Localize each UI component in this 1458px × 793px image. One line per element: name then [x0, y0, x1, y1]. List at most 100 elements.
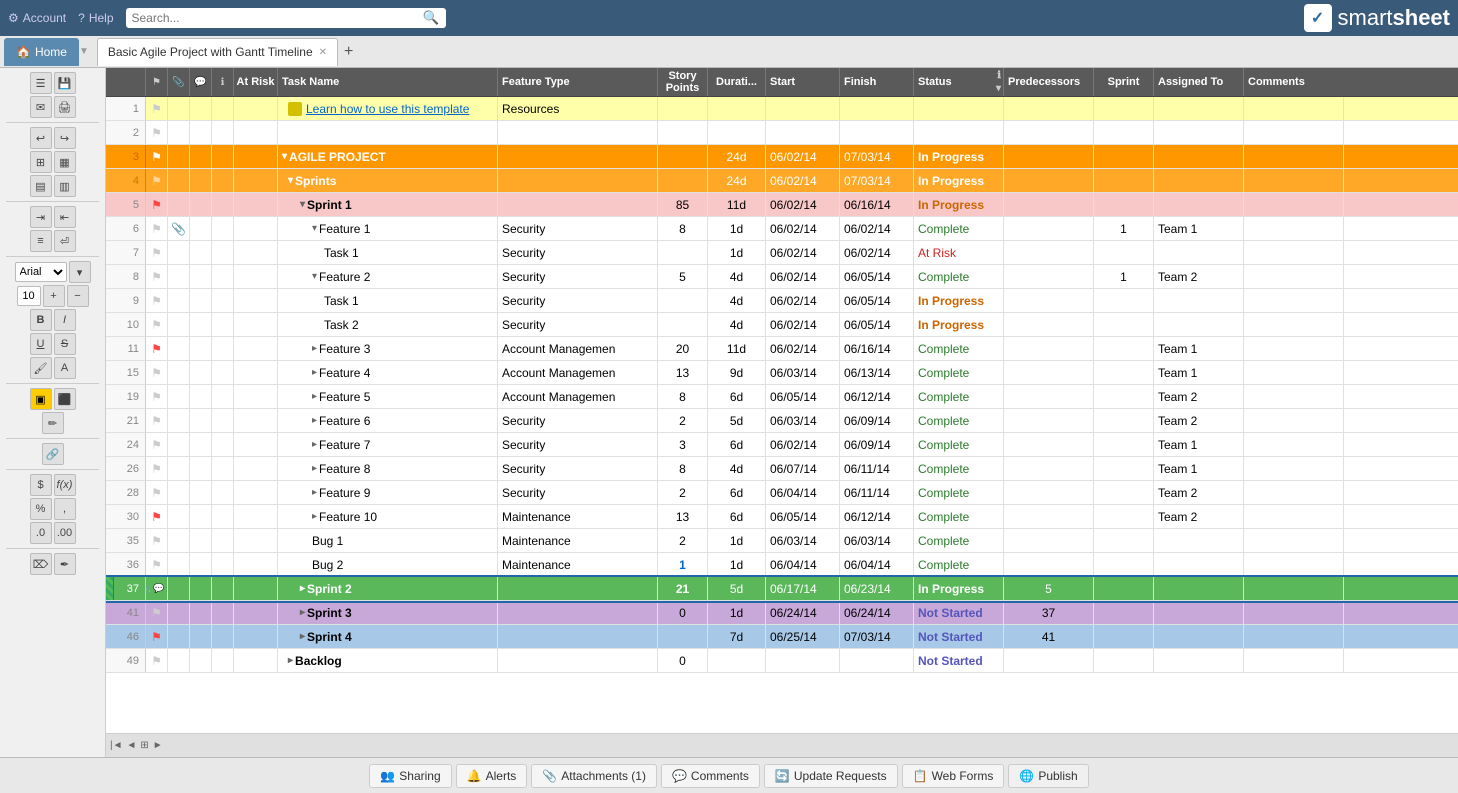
expand-icon[interactable]: ▸: [312, 367, 317, 378]
flag-cell[interactable]: ⚑: [146, 529, 168, 552]
expand-icon[interactable]: ▸: [312, 439, 317, 450]
font-size-down[interactable]: −: [67, 285, 89, 307]
wrap-button[interactable]: ⏎: [54, 230, 76, 252]
pencil-button[interactable]: ✏: [42, 412, 64, 434]
outdent-button[interactable]: ⇤: [54, 206, 76, 228]
nav-next-icon[interactable]: ►: [153, 740, 163, 751]
table-row[interactable]: 21 ⚑ ▸ Feature 6 Security 2 5d 06/03/14 …: [106, 409, 1458, 433]
flag-cell[interactable]: ⚑: [146, 313, 168, 336]
search-input[interactable]: [132, 11, 423, 25]
flag-cell[interactable]: ⚑: [146, 289, 168, 312]
expand-icon[interactable]: ▸: [312, 415, 317, 426]
decimal-remove-button[interactable]: .00: [54, 522, 76, 544]
font-select[interactable]: Arial: [15, 262, 67, 282]
font-size-input[interactable]: [17, 286, 41, 306]
tab-sheet[interactable]: Basic Agile Project with Gantt Timeline …: [97, 38, 338, 66]
table-row[interactable]: 41 ⚑ ▸ Sprint 3 0 1d 06/24/14 06/24/14: [106, 601, 1458, 625]
expand-icon[interactable]: ▸: [312, 391, 317, 402]
table-row[interactable]: 30 ⚑ ▸ Feature 10 Maintenance 13 6d 06/0…: [106, 505, 1458, 529]
flag-cell[interactable]: ⚑: [146, 265, 168, 288]
decimal-add-button[interactable]: .0: [30, 522, 52, 544]
italic-button[interactable]: I: [54, 309, 76, 331]
expand-icon[interactable]: ▸: [300, 631, 305, 642]
add-tab-button[interactable]: +: [338, 43, 359, 61]
new-row-button[interactable]: ☰: [30, 72, 52, 94]
link-button[interactable]: 🔗: [42, 443, 64, 465]
comma-button[interactable]: ,: [54, 498, 76, 520]
font-dropdown-button[interactable]: ▾: [69, 261, 91, 283]
flag-cell[interactable]: ⚑: [146, 145, 168, 168]
expand-icon[interactable]: ▸: [312, 511, 317, 522]
undo-button[interactable]: ↩: [30, 127, 52, 149]
expand-icon[interactable]: ▾: [312, 223, 317, 234]
flag-cell[interactable]: ⚑: [146, 217, 168, 240]
indent-button[interactable]: ⇥: [30, 206, 52, 228]
table-row[interactable]: 5 ⚑ ▾ Sprint 1 85 11d 06/02/14 06/16/14: [106, 193, 1458, 217]
text-color-button[interactable]: A: [54, 357, 76, 379]
table-row[interactable]: 3 ⚑ ▾ AGILE PROJECT 24d 06/02/14 07/03/1…: [106, 145, 1458, 169]
redo-button[interactable]: ↪: [54, 127, 76, 149]
flag-cell[interactable]: ⚑: [146, 601, 168, 624]
flag-cell[interactable]: ⚑: [146, 241, 168, 264]
table-row[interactable]: 28 ⚑ ▸ Feature 9 Security 2 6d 06/04/14 …: [106, 481, 1458, 505]
format-brush-button[interactable]: ✒: [54, 553, 76, 575]
save-button[interactable]: 💾: [54, 72, 76, 94]
table-row[interactable]: 2 ⚑: [106, 121, 1458, 145]
table-row[interactable]: 10 ⚑ Task 2 Security 4d 06/02/14 06/05/1…: [106, 313, 1458, 337]
update-requests-button[interactable]: 🔄 Update Requests: [764, 764, 898, 788]
table-row[interactable]: 4 ⚑ ▾ Sprints 24d 06/02/14 07/03/14 In: [106, 169, 1458, 193]
bold-button[interactable]: B: [30, 309, 52, 331]
currency-button[interactable]: $: [30, 474, 52, 496]
expand-icon[interactable]: ▾: [288, 175, 293, 186]
flag-cell[interactable]: ⚑: [146, 625, 168, 648]
flag-cell[interactable]: ⚑: [146, 505, 168, 528]
nav-fit-icon[interactable]: ⊞: [140, 740, 148, 751]
font-size-up[interactable]: +: [43, 285, 65, 307]
fill-color-button[interactable]: ▣: [30, 388, 52, 410]
flag-cell[interactable]: ⚑: [146, 97, 168, 120]
task-name-cell[interactable]: Learn how to use this template: [278, 97, 498, 120]
email-button[interactable]: ✉: [30, 96, 52, 118]
search-bar[interactable]: 🔍: [126, 8, 446, 28]
table-row[interactable]: 49 ⚑ ▸ Backlog 0 Not Started: [106, 649, 1458, 673]
search-button[interactable]: 🔍: [423, 10, 440, 26]
flag-cell[interactable]: ⚑: [146, 121, 168, 144]
card-view-button[interactable]: ▤: [30, 175, 52, 197]
expand-icon[interactable]: ▸: [312, 463, 317, 474]
flag-cell[interactable]: ⚑: [146, 337, 168, 360]
gantt-view-button[interactable]: ▦: [54, 151, 76, 173]
publish-button[interactable]: 🌐 Publish: [1008, 764, 1088, 788]
expand-icon[interactable]: ▸: [312, 487, 317, 498]
table-row[interactable]: 26 ⚑ ▸ Feature 8 Security 8 4d 06/07/14 …: [106, 457, 1458, 481]
flag-cell[interactable]: ⚑: [146, 553, 168, 576]
help-menu[interactable]: ? Help: [78, 11, 113, 25]
template-link[interactable]: Learn how to use this template: [306, 102, 469, 116]
grid-view-button[interactable]: ⊞: [30, 151, 52, 173]
table-row[interactable]: 19 ⚑ ▸ Feature 5 Account Managemen 8 6d …: [106, 385, 1458, 409]
flag-cell[interactable]: ⚑: [146, 193, 168, 216]
expand-icon[interactable]: ▸: [312, 343, 317, 354]
highlight-button[interactable]: 🖌: [30, 357, 52, 379]
tab-dropdown-arrow[interactable]: ▼: [79, 46, 89, 57]
flag-cell[interactable]: ⚑: [146, 385, 168, 408]
expand-icon[interactable]: ▾: [300, 199, 305, 210]
eraser-button[interactable]: ⌦: [30, 553, 52, 575]
percent-button[interactable]: %: [30, 498, 52, 520]
table-row[interactable]: 46 ⚑ ▸ Sprint 4 7d 06/25/14 07/03/14 N: [106, 625, 1458, 649]
status-dropdown-icon[interactable]: ▾: [996, 83, 1001, 94]
table-row[interactable]: 11 ⚑ ▸ Feature 3 Account Managemen 20 11…: [106, 337, 1458, 361]
flag-cell[interactable]: ⚑: [146, 481, 168, 504]
expand-icon[interactable]: ▾: [312, 271, 317, 282]
grid-container[interactable]: 1 ⚑ Learn how to use this template Resou…: [106, 97, 1458, 733]
table-row[interactable]: 9 ⚑ Task 1 Security 4d 06/02/14 06/05/14…: [106, 289, 1458, 313]
table-row[interactable]: 36 ⚑ Bug 2 Maintenance 1 1d 06/04/14 06/…: [106, 553, 1458, 577]
expand-icon[interactable]: ▸: [300, 607, 305, 618]
table-row[interactable]: 1 ⚑ Learn how to use this template Resou…: [106, 97, 1458, 121]
calendar-view-button[interactable]: ▥: [54, 175, 76, 197]
web-forms-button[interactable]: 📋 Web Forms: [902, 764, 1005, 788]
formula-button[interactable]: f(x): [54, 474, 76, 496]
flag-cell[interactable]: ⚑: [146, 169, 168, 192]
nav-first-icon[interactable]: |◄: [110, 740, 123, 751]
flag-cell[interactable]: ⚑: [146, 361, 168, 384]
sharing-button[interactable]: 👥 Sharing: [369, 764, 451, 788]
